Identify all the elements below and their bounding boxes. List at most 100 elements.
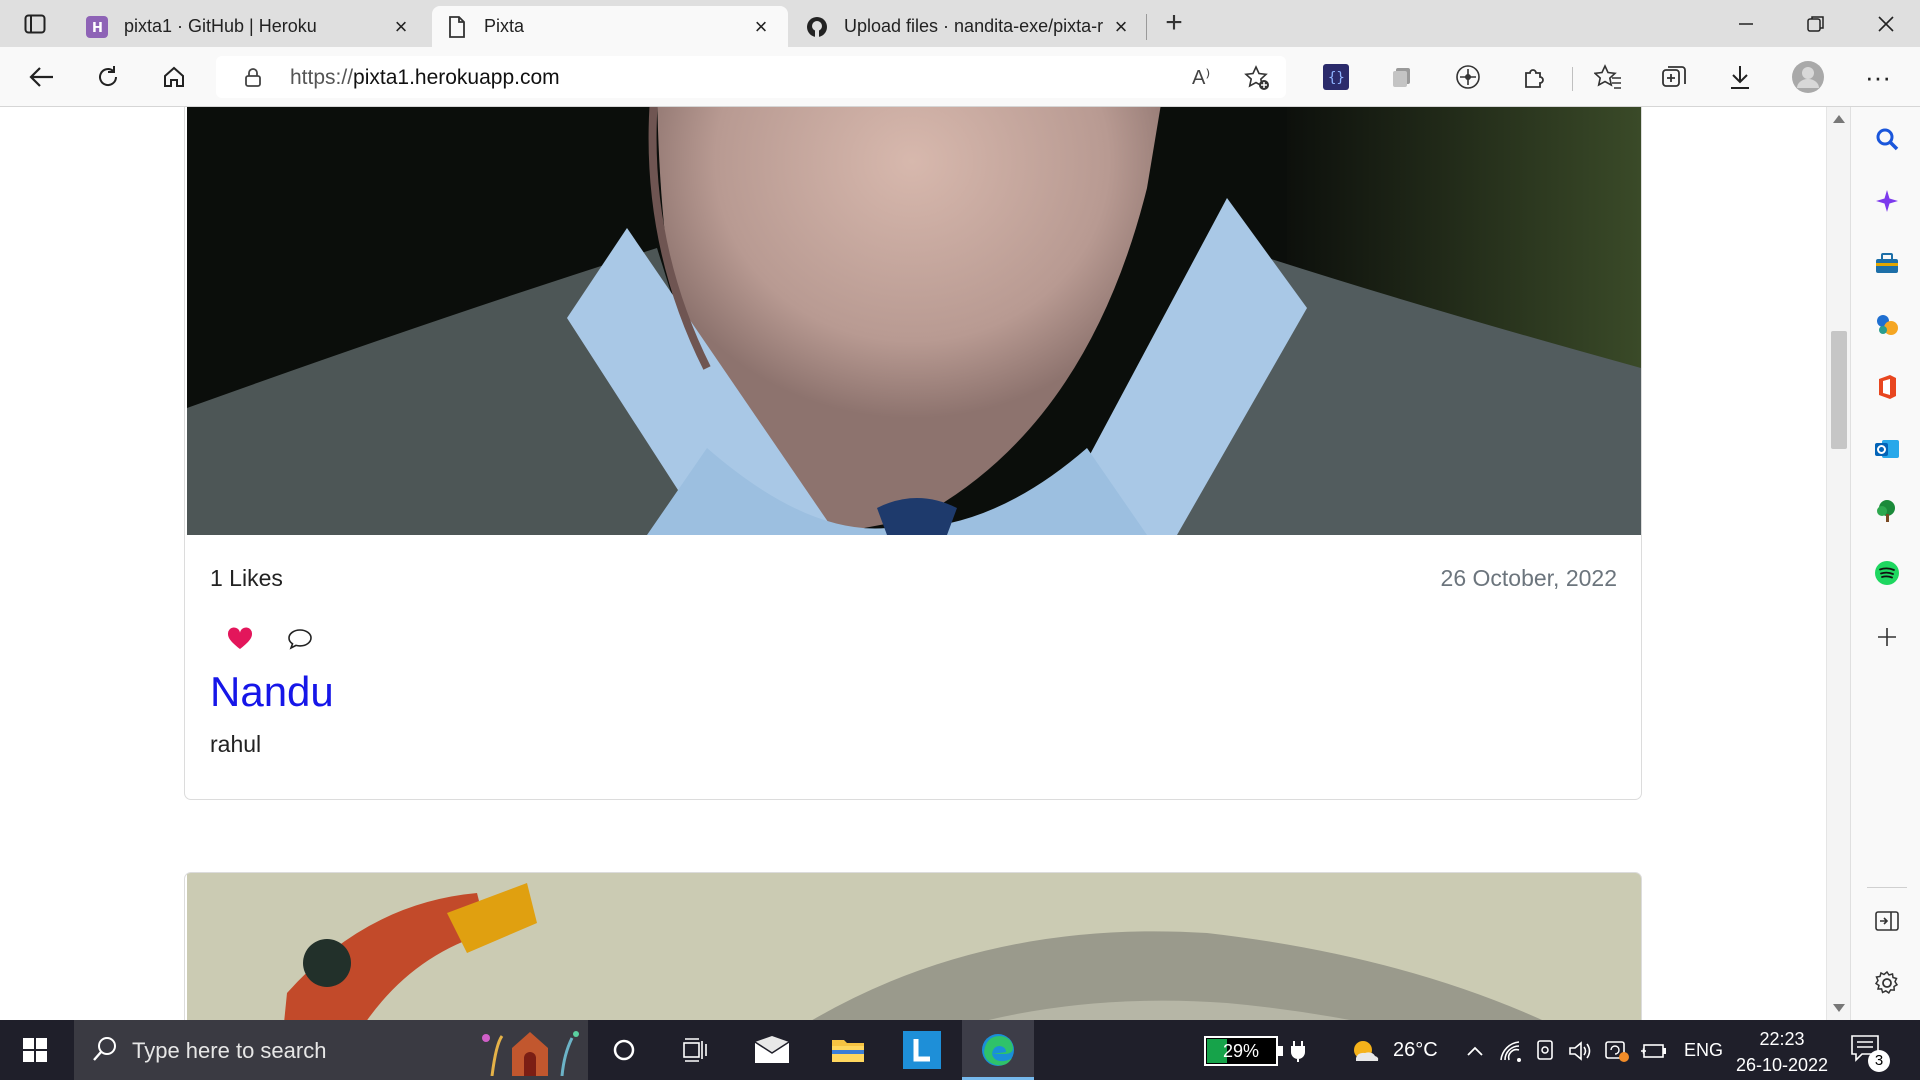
- office-icon[interactable]: [1873, 373, 1901, 401]
- task-view-icon[interactable]: [674, 1028, 718, 1072]
- address-bar[interactable]: https://pixta1.herokuapp.com A⁾: [216, 56, 1286, 98]
- comment-icon[interactable]: [287, 627, 313, 651]
- taskbar-search-box[interactable]: Type here to search: [74, 1020, 588, 1080]
- mail-icon[interactable]: [750, 1028, 794, 1072]
- search-placeholder: Type here to search: [132, 1038, 327, 1063]
- windows-taskbar: Type here to search 29% 26°C ENG 22:23 2…: [0, 1020, 1920, 1080]
- spotify-icon[interactable]: [1873, 559, 1901, 587]
- url-text[interactable]: https://pixta1.herokuapp.com: [290, 66, 560, 90]
- search-highlight-image: [472, 1024, 586, 1076]
- tab-actions-icon: [24, 14, 46, 34]
- refresh-icon: [99, 66, 118, 86]
- toolbar-divider: [1572, 67, 1573, 91]
- file-explorer-icon[interactable]: [826, 1028, 870, 1072]
- clock-time: 22:23: [1759, 1029, 1805, 1049]
- outlook-icon[interactable]: [1873, 435, 1901, 463]
- l-app-icon[interactable]: [900, 1028, 944, 1072]
- scroll-down-icon[interactable]: [1833, 1004, 1845, 1012]
- add-favorite-icon[interactable]: [1244, 65, 1270, 91]
- browser-toolbar: https://pixta1.herokuapp.com A⁾ {} ···: [0, 47, 1920, 107]
- battery-indicator[interactable]: 29%: [1204, 1036, 1283, 1066]
- start-button[interactable]: [0, 1020, 70, 1080]
- post-photo: [187, 107, 1641, 535]
- post-author-link[interactable]: Nandu: [210, 668, 334, 716]
- weather-temp[interactable]: 26°C: [1393, 1039, 1438, 1062]
- sparkle-icon[interactable]: [1873, 187, 1901, 215]
- device-icon[interactable]: [1532, 1038, 1558, 1064]
- tab-actions-button[interactable]: [12, 8, 58, 40]
- update-alert-icon[interactable]: [1604, 1038, 1630, 1064]
- more-menu-button[interactable]: ···: [1860, 59, 1896, 95]
- profile-avatar[interactable]: [1790, 59, 1826, 95]
- post-card: [184, 872, 1642, 1020]
- edge-browser-icon[interactable]: [976, 1028, 1020, 1072]
- close-tab-button[interactable]: ×: [388, 14, 414, 40]
- tab-divider: [1146, 14, 1147, 40]
- notification-count-badge: 3: [1868, 1050, 1890, 1072]
- github-icon: [806, 16, 828, 38]
- collections-icon[interactable]: [1656, 59, 1692, 95]
- svg-text:H: H: [92, 21, 103, 36]
- post-date: 26 October, 2022: [1440, 565, 1617, 591]
- volume-icon[interactable]: [1568, 1038, 1594, 1064]
- page-icon: [446, 15, 468, 38]
- browser-titlebar: H pixta1 · GitHub | Heroku × Pixta × Upl…: [0, 0, 1920, 47]
- system-clock[interactable]: 22:23 26-10-2022: [1730, 1026, 1834, 1078]
- svg-text:{}: {}: [1328, 70, 1345, 86]
- battery-percent: 29%: [1222, 1041, 1260, 1061]
- windows-logo-icon: [23, 1038, 47, 1062]
- scroll-thumb[interactable]: [1831, 331, 1847, 449]
- post-card: 1 Likes 26 October, 2022 Nandu rahul: [184, 107, 1642, 800]
- likes-count: 1 Likes: [210, 565, 283, 591]
- json-extension-icon[interactable]: {}: [1318, 59, 1354, 95]
- minimize-icon: [1739, 23, 1753, 25]
- settings-gear-icon[interactable]: [1873, 969, 1901, 997]
- scroll-up-icon[interactable]: [1833, 115, 1845, 123]
- close-window-button[interactable]: [1856, 4, 1916, 44]
- games-icon[interactable]: [1873, 311, 1901, 339]
- add-sidebar-app-icon[interactable]: [1873, 623, 1901, 651]
- download-icon[interactable]: [1722, 59, 1758, 95]
- weather-icon[interactable]: [1350, 1038, 1380, 1064]
- lock-icon[interactable]: [242, 66, 264, 88]
- show-hidden-icons-chevron[interactable]: [1462, 1038, 1488, 1064]
- cortana-icon[interactable]: [602, 1028, 646, 1072]
- post-caption: rahul: [210, 731, 262, 757]
- language-indicator[interactable]: ENG: [1684, 1040, 1723, 1061]
- restore-button[interactable]: [1786, 4, 1846, 44]
- close-tab-button[interactable]: ×: [1108, 14, 1134, 40]
- tools-icon[interactable]: [1873, 249, 1901, 277]
- back-button[interactable]: [22, 57, 62, 97]
- new-tab-button[interactable]: +: [1156, 8, 1192, 40]
- hide-sidebar-icon[interactable]: [1873, 907, 1901, 935]
- search-icon[interactable]: [1873, 125, 1901, 153]
- battery-tray-icon[interactable]: [1640, 1038, 1666, 1064]
- tab-title: pixta1 · GitHub | Heroku: [124, 16, 317, 36]
- tree-icon[interactable]: [1873, 497, 1901, 525]
- home-button[interactable]: [154, 57, 194, 97]
- heart-icon[interactable]: [227, 627, 253, 651]
- tab-title: Upload files · nandita-exe/pixta-r: [844, 16, 1104, 36]
- favorites-icon[interactable]: [1590, 59, 1626, 95]
- close-tab-button[interactable]: ×: [748, 14, 774, 40]
- refresh-button[interactable]: [88, 57, 128, 97]
- extensions-icon[interactable]: [1516, 59, 1552, 95]
- move-extension-icon[interactable]: [1450, 59, 1486, 95]
- collections-extension-icon[interactable]: [1384, 59, 1420, 95]
- page-scrollbar[interactable]: [1826, 107, 1850, 1020]
- back-arrow-icon: [29, 67, 53, 87]
- minimize-button[interactable]: [1716, 4, 1776, 44]
- tab-heroku[interactable]: H pixta1 · GitHub | Heroku ×: [72, 6, 428, 47]
- tab-pixta[interactable]: Pixta ×: [432, 6, 788, 47]
- edge-sidebar: [1850, 107, 1920, 1020]
- heroku-icon: H: [86, 15, 108, 38]
- sidebar-divider: [1867, 887, 1907, 888]
- wifi-icon[interactable]: [1498, 1038, 1524, 1064]
- url-host: pixta1.herokuapp.com: [353, 66, 560, 89]
- page-viewport: 1 Likes 26 October, 2022 Nandu rahul: [0, 107, 1850, 1020]
- power-plug-icon[interactable]: [1285, 1038, 1311, 1064]
- tab-github-upload[interactable]: Upload files · nandita-exe/pixta-r ×: [792, 6, 1148, 47]
- tab-title: Pixta: [484, 16, 525, 36]
- read-aloud-icon[interactable]: A⁾: [1192, 65, 1218, 91]
- notification-center-button[interactable]: 3: [1850, 1034, 1890, 1072]
